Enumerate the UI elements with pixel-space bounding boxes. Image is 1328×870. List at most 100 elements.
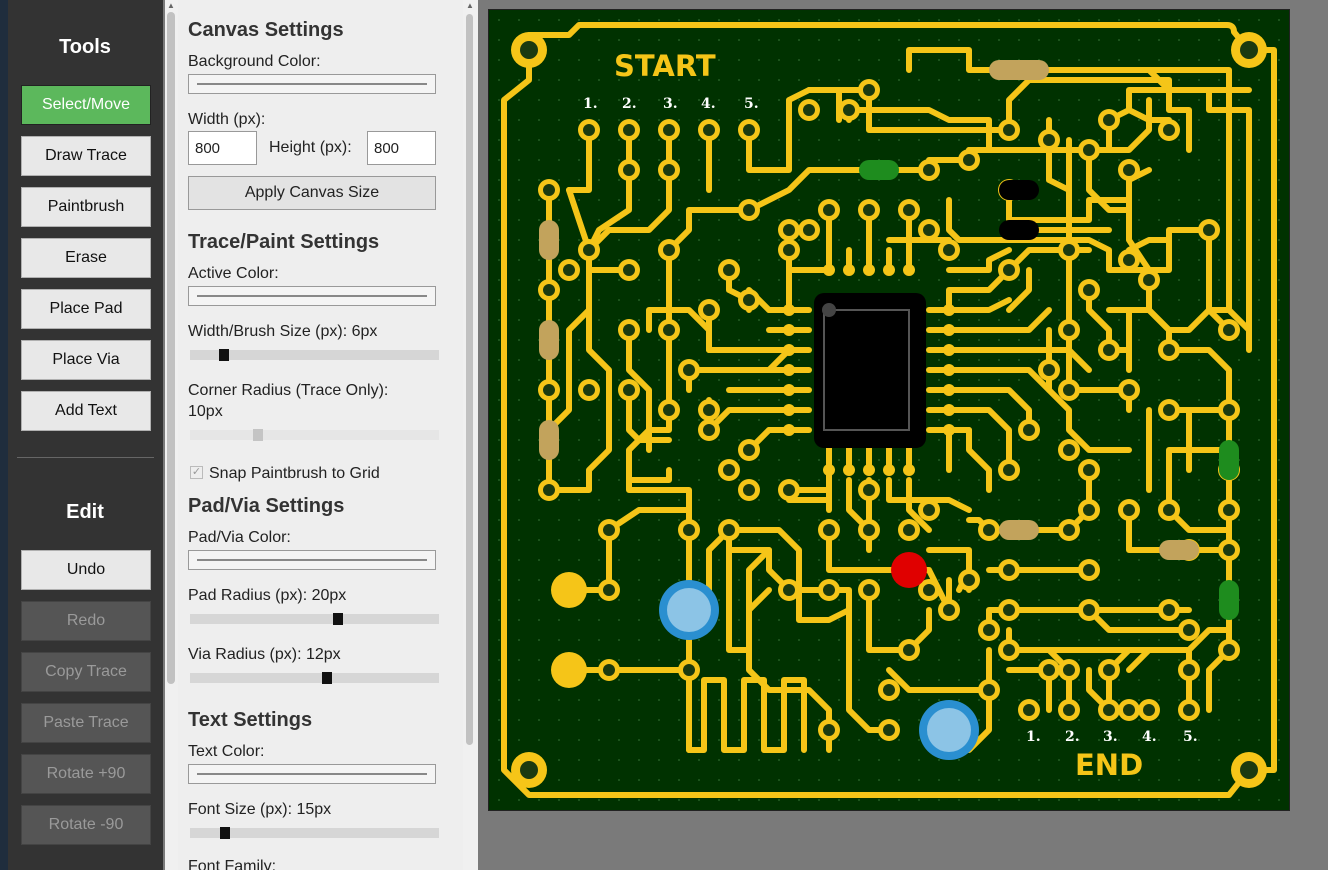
via[interactable] [698, 419, 720, 441]
via[interactable] [918, 219, 940, 241]
via[interactable] [1118, 379, 1140, 401]
via[interactable] [1098, 109, 1120, 131]
via[interactable] [1178, 619, 1200, 641]
via[interactable] [998, 599, 1020, 621]
via[interactable] [858, 79, 880, 101]
via[interactable] [1138, 269, 1160, 291]
settings-scrollbar[interactable]: ▲ [463, 0, 478, 870]
via[interactable] [978, 519, 1000, 541]
via[interactable] [1078, 599, 1100, 621]
via[interactable] [1218, 499, 1240, 521]
start-label[interactable]: START [614, 49, 716, 83]
background-color-picker[interactable] [188, 74, 436, 94]
rotate-plus-90-button[interactable]: Rotate +90 [21, 754, 151, 794]
pad-color-picker[interactable] [188, 550, 436, 570]
via[interactable] [798, 99, 820, 121]
pad-radius-slider[interactable] [190, 613, 439, 625]
via[interactable] [1138, 699, 1160, 721]
via[interactable] [1078, 559, 1100, 581]
via[interactable] [958, 149, 980, 171]
via[interactable] [1078, 279, 1100, 301]
via[interactable] [598, 519, 620, 541]
via[interactable] [938, 599, 960, 621]
via[interactable] [1058, 439, 1080, 461]
erase-button[interactable]: Erase [21, 238, 151, 278]
via[interactable] [778, 239, 800, 261]
slider-handle[interactable] [253, 429, 263, 441]
via[interactable] [1058, 319, 1080, 341]
via[interactable] [538, 479, 560, 501]
pin-number-label[interactable]: 3. [1103, 729, 1118, 745]
scroll-up-icon[interactable]: ▲ [167, 1, 175, 10]
add-text-button[interactable]: Add Text [21, 391, 151, 431]
via[interactable] [1158, 599, 1180, 621]
via[interactable] [1118, 699, 1140, 721]
via[interactable] [818, 719, 840, 741]
via[interactable] [1218, 639, 1240, 661]
via[interactable] [1118, 499, 1140, 521]
via[interactable] [778, 479, 800, 501]
via[interactable] [1158, 499, 1180, 521]
via[interactable] [1078, 139, 1100, 161]
active-color-picker[interactable] [188, 286, 436, 306]
redo-button[interactable]: Redo [21, 601, 151, 641]
canvas-height-input[interactable]: 800 [367, 131, 436, 165]
brush-size-slider[interactable] [190, 349, 439, 361]
component[interactable] [1219, 580, 1239, 620]
via[interactable] [538, 179, 560, 201]
draw-trace-button[interactable]: Draw Trace [21, 136, 151, 176]
led-red[interactable] [891, 552, 927, 588]
via[interactable] [538, 379, 560, 401]
via[interactable] [578, 239, 600, 261]
via[interactable] [658, 119, 680, 141]
via[interactable] [1058, 239, 1080, 261]
via[interactable] [1058, 519, 1080, 541]
via[interactable] [978, 619, 1000, 641]
via[interactable] [898, 639, 920, 661]
via[interactable] [511, 32, 547, 68]
via[interactable] [578, 379, 600, 401]
via[interactable] [678, 659, 700, 681]
via[interactable] [658, 319, 680, 341]
via[interactable] [658, 399, 680, 421]
pin-number-label[interactable]: 1. [1026, 729, 1041, 745]
component[interactable] [999, 180, 1039, 200]
via[interactable] [1178, 659, 1200, 681]
via[interactable] [918, 159, 940, 181]
via[interactable] [1231, 32, 1267, 68]
via[interactable] [858, 579, 880, 601]
push-button[interactable] [659, 580, 719, 640]
via[interactable] [698, 119, 720, 141]
slider-handle[interactable] [219, 349, 229, 361]
via[interactable] [938, 239, 960, 261]
settings-scrollbar-thumb[interactable] [466, 14, 473, 745]
undo-button[interactable]: Undo [21, 550, 151, 590]
snap-checkbox[interactable]: ✓ [190, 466, 203, 479]
tools-scrollbar-thumb[interactable] [167, 12, 175, 684]
via[interactable] [858, 199, 880, 221]
via[interactable] [1118, 249, 1140, 271]
push-button[interactable] [919, 700, 979, 760]
paintbrush-button[interactable]: Paintbrush [21, 187, 151, 227]
component[interactable] [539, 220, 559, 260]
pin-number-label[interactable]: 3. [663, 96, 678, 112]
via[interactable] [578, 119, 600, 141]
via[interactable] [618, 319, 640, 341]
select-move-button[interactable]: Select/Move [21, 85, 151, 125]
via[interactable] [718, 459, 740, 481]
via[interactable] [618, 379, 640, 401]
scroll-up-icon[interactable]: ▲ [466, 1, 474, 10]
apply-canvas-size-button[interactable]: Apply Canvas Size [188, 176, 436, 210]
pcb-canvas[interactable]: START END 1. 2. 3. 4. 5. 1. 2. 3. 4. 5. [488, 9, 1290, 811]
via[interactable] [818, 199, 840, 221]
via[interactable] [738, 439, 760, 461]
via[interactable] [1078, 459, 1100, 481]
slider-handle[interactable] [220, 827, 230, 839]
via[interactable] [678, 359, 700, 381]
via[interactable] [898, 199, 920, 221]
via[interactable] [718, 259, 740, 281]
pin-number-label[interactable]: 1. [583, 96, 598, 112]
via[interactable] [998, 639, 1020, 661]
via[interactable] [838, 99, 860, 121]
pad-yellow[interactable] [551, 652, 587, 688]
